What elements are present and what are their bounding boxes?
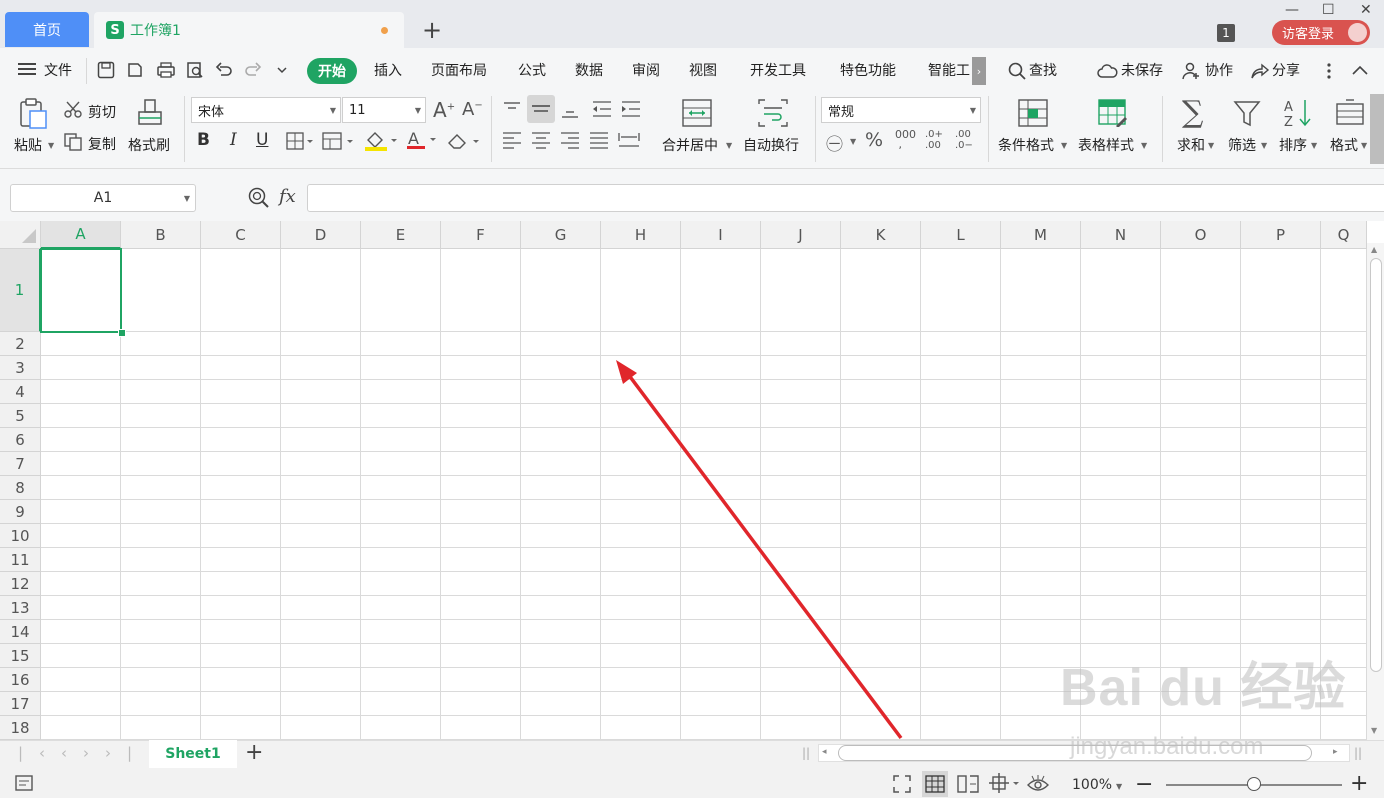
annotation-arrow xyxy=(616,360,903,740)
arrow-shaft xyxy=(626,372,903,740)
